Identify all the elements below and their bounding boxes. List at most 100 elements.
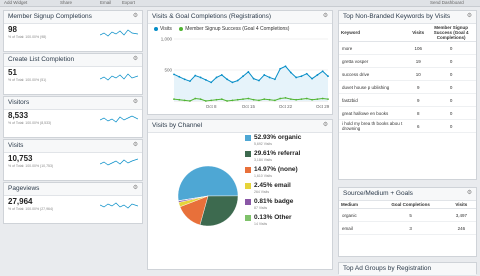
data-point: [273, 99, 276, 102]
column-header[interactable]: Visits: [410, 24, 427, 42]
y-tick-label: 1,000: [161, 37, 173, 42]
legend-swatch: [245, 151, 251, 157]
pie-slice-organic: [177, 165, 239, 201]
legend-sublabel: 87 Visits: [254, 206, 268, 210]
sparkline: [100, 73, 138, 81]
gear-icon[interactable]: ⚙: [132, 56, 139, 63]
widget-title: Top Non-Branded Keywords by Visits: [343, 13, 451, 20]
y-tick-label: 500: [164, 68, 172, 73]
gear-icon[interactable]: ⚙: [132, 142, 139, 149]
table-cell: 9: [410, 80, 427, 94]
table-cell: 106: [410, 41, 427, 55]
table-cell: 9: [410, 93, 427, 107]
metric-subtext: % of Total: 100.00% (10,753): [8, 164, 54, 168]
share-button[interactable]: Share: [60, 0, 72, 6]
data-point: [194, 74, 197, 77]
keyword-row[interactable]: great hallowe en books 8 0: [339, 106, 476, 120]
data-point: [295, 76, 298, 79]
legend-sublabel: 14 Visits: [254, 222, 268, 226]
column-header[interactable]: Member Signup Success (Goal 4 Completion…: [426, 24, 476, 42]
keyword-row[interactable]: i hold my brea th books abou t drowning 6…: [339, 119, 476, 133]
table-cell: 0: [426, 80, 476, 94]
metric-value: 51: [8, 68, 17, 77]
legend-swatch: [245, 199, 251, 205]
data-point: [215, 98, 218, 101]
metric-subtext: % of Total: 100.00% (51): [8, 78, 47, 82]
visits-area: [174, 66, 328, 101]
metric-subtext: % of Total: 100.00% (98): [8, 35, 47, 39]
data-point: [258, 79, 260, 82]
widget-header: Visits by Channel ⚙: [148, 120, 332, 133]
table-cell: 5: [374, 208, 447, 222]
data-point: [199, 98, 202, 101]
data-point: [183, 78, 186, 81]
email-button[interactable]: Email: [100, 0, 111, 6]
data-point: [204, 100, 207, 102]
data-point: [279, 67, 282, 70]
gear-icon[interactable]: ⚙: [466, 13, 473, 20]
data-point: [263, 74, 266, 76]
data-point: [321, 70, 324, 73]
keyword-row[interactable]: gretta vosper 19 0: [339, 54, 476, 68]
data-point: [289, 98, 292, 101]
table-cell: 0: [426, 67, 476, 81]
pie-chart-widget: Visits by Channel ⚙ 52.93% organic 5,692 …: [147, 119, 333, 270]
keyword-row[interactable]: success drive 10 0: [339, 67, 476, 81]
table-cell: 0: [426, 54, 476, 68]
column-header[interactable]: Keyword: [339, 24, 411, 42]
keyword-row[interactable]: more 106 0: [339, 41, 476, 55]
data-point: [289, 71, 292, 74]
gear-icon[interactable]: ⚙: [132, 13, 139, 20]
data-point: [284, 97, 287, 99]
data-point: [279, 97, 282, 100]
data-point: [311, 77, 313, 80]
keyword-row[interactable]: duvet house p ublishing 9 0: [339, 80, 476, 94]
x-tick-label: Oct 15: [242, 104, 256, 109]
legend-goal: Member Signup Success (Goal 4 Completion…: [185, 26, 290, 32]
table-cell: 10: [410, 67, 427, 81]
keyword-row[interactable]: fast2bid 9 0: [339, 93, 476, 107]
data-point: [247, 97, 250, 100]
data-point: [236, 98, 239, 101]
legend-label: 0.13% Other: [254, 214, 292, 221]
gear-icon[interactable]: ⚙: [132, 185, 139, 192]
gear-icon[interactable]: ⚙: [466, 190, 473, 197]
metric-value: 8,533: [8, 111, 29, 120]
widget-header: Top Non-Branded Keywords by Visits ⚙: [339, 11, 476, 24]
line-chart-widget: Visits & Goal Completions (Registrations…: [147, 10, 333, 115]
export-button[interactable]: Export: [122, 0, 135, 6]
legend-label: 2.45% email: [254, 182, 291, 189]
x-tick-label: Oct 29: [316, 104, 330, 109]
legend-swatch: [245, 215, 251, 221]
data-point: [210, 81, 213, 84]
gear-icon[interactable]: ⚙: [322, 122, 329, 129]
sparkline: [100, 158, 138, 166]
sparkline: [100, 202, 138, 209]
legend-sublabel: 1,610 Visits: [254, 174, 273, 178]
add-widget-button[interactable]: Add Widget: [4, 0, 27, 6]
widget-header: Source/Medium + Goals ⚙: [339, 188, 476, 201]
table-cell: i hold my brea th books abou t drowning: [339, 119, 411, 133]
data-point: [189, 80, 191, 83]
column-header[interactable]: Visits: [446, 201, 476, 209]
table-cell: fast2bid: [339, 93, 411, 107]
metric-widget-pageviews: Pageviews ⚙ 27,964 % of Total: 100.00% (…: [3, 182, 143, 224]
column-header[interactable]: Goal Completions: [374, 201, 447, 209]
gear-icon[interactable]: ⚙: [132, 99, 139, 106]
legend-label: 52.93% organic: [254, 134, 302, 141]
data-point: [242, 75, 244, 78]
medium-row[interactable]: organic 5 3,497: [339, 208, 476, 222]
metric-widget-create-list: Create List Completion ⚙ 51 % of Total: …: [3, 53, 143, 95]
gear-icon[interactable]: ⚙: [322, 13, 329, 20]
metric-value: 27,964: [8, 197, 33, 206]
widget-header: Visits ⚙: [4, 140, 142, 153]
column-header[interactable]: Medium: [339, 201, 375, 209]
metric-widget-visits: Visits ⚙ 10,753 % of Total: 100.00% (10,…: [3, 139, 143, 181]
data-point: [316, 74, 319, 76]
legend-dot-icon: [179, 26, 184, 31]
medium-row[interactable]: email 3 246: [339, 221, 476, 235]
widget-title: Top Ad Groups by Registration: [343, 265, 432, 272]
data-point: [226, 100, 229, 102]
send-dashboard-button[interactable]: Send Dashboard: [430, 0, 464, 6]
table-cell: duvet house p ublishing: [339, 80, 411, 94]
